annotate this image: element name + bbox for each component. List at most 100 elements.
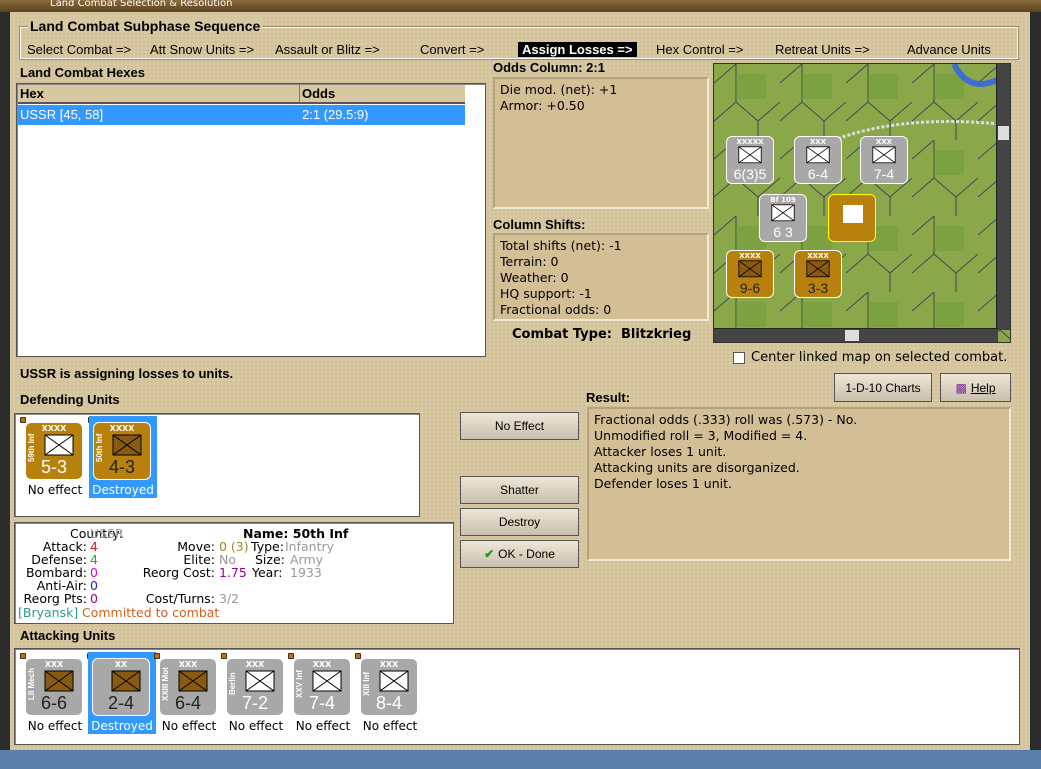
defending-title: Defending Units (20, 392, 120, 407)
subphase-title: Land Combat Subphase Sequence (28, 18, 263, 34)
unit-result: Destroyed (91, 719, 153, 733)
reorg-cost-value: 1.75 (219, 565, 247, 580)
unit-result: Destroyed (92, 483, 154, 497)
unit-strength: 6 3 (773, 224, 793, 240)
linked-map[interactable]: XXXXX 6(3)5 XXX 6-4 XXX 7-4 XXXX 9-6 XXXX 3-3 Bf 1… (713, 63, 1011, 343)
unit-counter[interactable]: LII Mech XXX 6-6 (25, 658, 83, 716)
window-title: Land Combat Selection & Resolution (0, 0, 1041, 12)
status-marker-icon (20, 653, 26, 659)
result-line: Defender loses 1 unit. (594, 476, 732, 491)
attacking-units-list[interactable]: LII Mech XXX 6-6 No effect XX 2-4 Destro… (14, 648, 1020, 745)
unit-counter[interactable]: 50th Inf XXXX 4-3 (93, 422, 151, 480)
map-unit-counter[interactable]: XXX 6-4 (794, 136, 842, 184)
unit-size: XXX (875, 138, 893, 146)
hex-list[interactable]: Hex Odds USSR [45, 58] 2:1 (29.5:9) (16, 83, 486, 357)
result-title: Result: (586, 390, 631, 405)
unit-counter[interactable]: XXV Inf XXX 7-4 (293, 658, 351, 716)
map-unit-counter[interactable]: XXX 7-4 (860, 136, 908, 184)
ok-done-button[interactable]: ✔ OK - Done (460, 540, 579, 568)
reorg-pts-label: Reorg Pts: (23, 591, 87, 606)
result-panel: Fractional odds (.333) roll was (.573) -… (587, 407, 1011, 561)
cost-turns-value: 3/2 (219, 591, 240, 606)
step-att-snow: Att Snow Units => (150, 42, 255, 57)
unit-counter[interactable]: 59th Inf XXXX 5-3 (25, 422, 83, 480)
status-marker-icon (154, 653, 160, 659)
column-header-odds[interactable]: Odds (300, 85, 465, 104)
unit-counter[interactable]: XXIII Mot XXX 6-4 (159, 658, 217, 716)
unit-size: XXX (312, 660, 332, 669)
hexes-title: Land Combat Hexes (20, 65, 145, 80)
infantry-symbol-icon (111, 670, 141, 692)
odds-panel: Die mod. (net): +1 Armor: +0.50 (493, 77, 709, 209)
unit-result: No effect (362, 719, 418, 733)
unit-strength: 6-4 (174, 693, 201, 713)
year-label: Year: (252, 565, 283, 580)
unit-size: XX (114, 660, 128, 669)
map-unit-counter[interactable]: XXXX 3-3 (794, 250, 842, 298)
destroy-button[interactable]: Destroy (460, 508, 579, 536)
infantry-symbol-icon (44, 434, 74, 456)
scroll-thumb[interactable] (998, 126, 1009, 140)
shatter-button[interactable]: Shatter (460, 476, 579, 504)
unit-strength: 6-4 (807, 166, 829, 182)
unit-size: XXXX (41, 424, 67, 433)
center-map-label: Center linked map on selected combat. (751, 350, 1008, 365)
hex-cell: USSR [45, 58] (20, 107, 104, 122)
map-vertical-scrollbar[interactable] (996, 64, 1010, 330)
unit-symbol-icon (806, 146, 830, 164)
unit-size: XXX (178, 660, 198, 669)
unit-size: XXXX (807, 252, 829, 260)
step-retreat: Retreat Units => (775, 42, 870, 57)
help-button[interactable]: ▩ Help (940, 373, 1011, 402)
result-line: Attacker loses 1 unit. (594, 444, 727, 459)
reorg-pts-value: 0 (90, 591, 98, 606)
status-marker-icon (221, 653, 227, 659)
explosion-icon (843, 205, 863, 223)
unit-strength: 7-4 (308, 693, 335, 713)
unit-strength: 7-4 (873, 166, 895, 182)
infantry-symbol-icon (245, 670, 275, 692)
column-header-hex[interactable]: Hex (18, 85, 300, 104)
reorg-cost-label: Reorg Cost: (142, 565, 215, 580)
no-effect-button[interactable]: No Effect (460, 412, 579, 440)
status-text: USSR is assigning losses to units. (20, 366, 234, 381)
infantry-symbol-icon (178, 670, 208, 692)
map-horizontal-scrollbar[interactable] (714, 328, 998, 342)
odds-line: Armor: +0.50 (500, 98, 585, 113)
step-hex-control: Hex Control => (656, 42, 744, 57)
map-unit-counter[interactable]: XXXX 9-6 (726, 250, 774, 298)
result-line: Attacking units are disorganized. (594, 460, 800, 475)
infantry-symbol-icon (312, 670, 342, 692)
unit-result: No effect (228, 719, 284, 733)
unit-size: XXXX (109, 424, 135, 433)
charts-button[interactable]: 1-D-10 Charts (834, 373, 932, 402)
unit-counter[interactable]: Berlin XXX 7-2 (226, 658, 284, 716)
unit-counter[interactable]: XX 2-4 (92, 658, 150, 716)
map-unit-counter[interactable]: XXXXX 6(3)5 (726, 136, 774, 184)
result-line: Fractional odds (.333) roll was (.573) -… (594, 412, 858, 427)
target-hex-counter[interactable] (828, 194, 876, 242)
map-unit-counter[interactable]: Bf 109 6 3 (759, 194, 807, 242)
center-map-checkbox[interactable] (733, 352, 745, 364)
infantry-symbol-icon (44, 670, 74, 692)
unit-size: XXXXX (736, 138, 764, 146)
defending-units-list[interactable]: 59th Inf XXXX 5-3 No effect 50th Inf XXX… (14, 413, 420, 517)
status-marker-icon (288, 653, 294, 659)
unit-size: Bf 109 (770, 196, 796, 204)
unit-strength: 8-4 (375, 693, 402, 713)
unit-strength: 9-6 (739, 280, 761, 296)
attacking-title: Attacking Units (20, 628, 116, 643)
scroll-thumb[interactable] (845, 330, 859, 341)
cost-turns-label: Cost/Turns: (145, 591, 215, 606)
year-value: 1933 (290, 565, 322, 580)
unit-size: XXX (379, 660, 399, 669)
shift-line: Fractional odds: 0 (500, 302, 612, 317)
shifts-title: Column Shifts: (493, 217, 586, 232)
unit-counter[interactable]: XIII Inf XXX 8-4 (360, 658, 418, 716)
step-assign-losses: Assign Losses => (518, 42, 637, 57)
step-convert: Convert => (420, 42, 485, 57)
unit-size: XXXX (739, 252, 761, 260)
table-row[interactable]: USSR [45, 58] 2:1 (29.5:9) (18, 105, 465, 125)
odds-line: Die mod. (net): +1 (500, 82, 618, 97)
unit-symbol-icon (738, 260, 762, 278)
